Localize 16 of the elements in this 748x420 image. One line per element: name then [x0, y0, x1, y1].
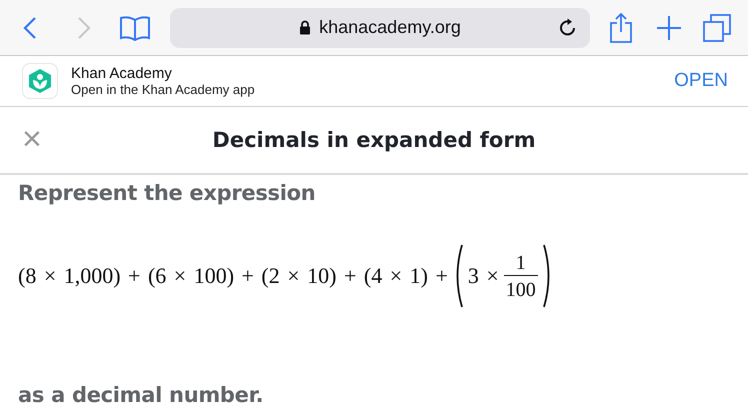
- reload-icon[interactable]: [558, 18, 578, 38]
- app-name: Khan Academy: [71, 65, 173, 82]
- question-outro: as a decimal number.: [18, 383, 264, 407]
- math-factor: 3 ×: [468, 263, 499, 289]
- question-intro: Represent the expression: [18, 181, 316, 205]
- fraction-denominator: 100: [504, 274, 538, 302]
- math-expression: (8 × 1,000) + (6 × 100) + (2 × 10) + (4 × 1) +: [18, 263, 448, 289]
- url-text: khanacademy.org: [319, 17, 461, 38]
- app-icon: [22, 63, 58, 99]
- close-button[interactable]: ×: [22, 121, 42, 157]
- address-bar[interactable]: khanacademy.org: [170, 8, 590, 48]
- lock-icon: [299, 20, 312, 35]
- app-subtitle: Open in the Khan Academy app: [71, 82, 256, 97]
- exercise-title: Decimals in expanded form: [212, 128, 536, 152]
- fraction-numerator: 1: [514, 250, 527, 274]
- open-button[interactable]: OPEN: [674, 70, 728, 92]
